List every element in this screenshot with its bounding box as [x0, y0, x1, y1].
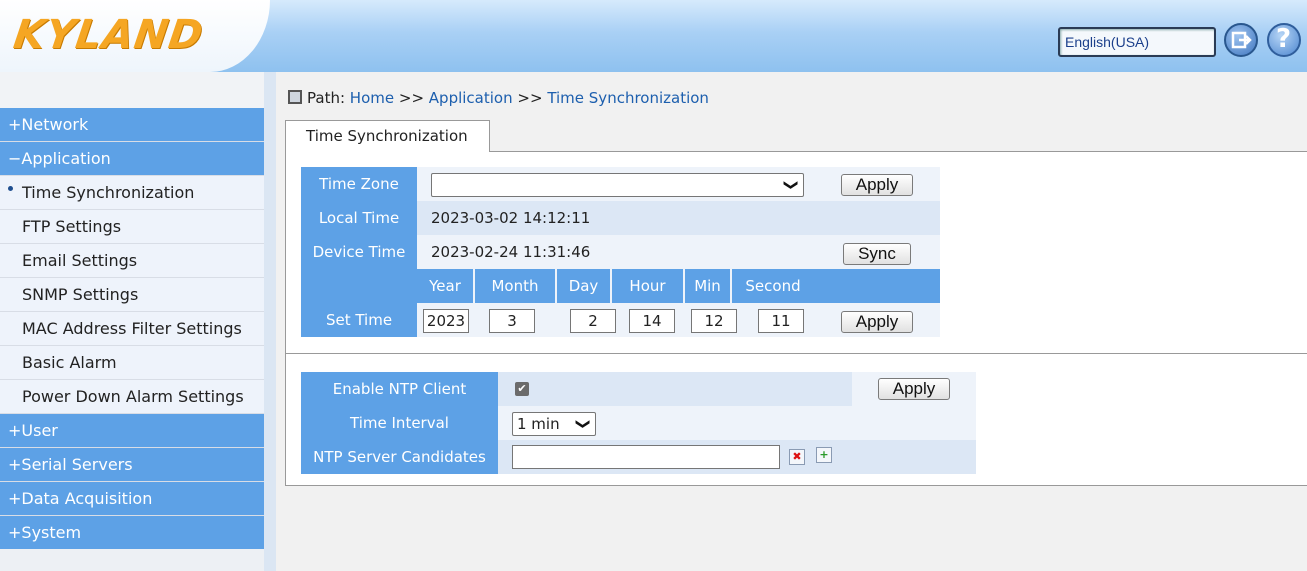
time-interval-value: 1 min [517, 415, 560, 433]
set-time-column-header: Min [683, 269, 730, 303]
sidebar-item[interactable]: MAC Address Filter Settings [0, 312, 264, 346]
help-icon[interactable]: ? [1267, 23, 1301, 57]
tab-panel: Time Zone ❯ Apply Local Time 2023-03-02 … [285, 152, 1307, 486]
logout-icon[interactable] [1224, 23, 1258, 57]
sidebar-footer [0, 549, 264, 571]
device-time-value: 2023-02-24 11:31:46 [417, 235, 814, 269]
sidebar-item-label: −Application [8, 149, 111, 168]
set-time-header-end [814, 269, 940, 303]
sidebar-spacer [0, 72, 264, 108]
time-interval-select[interactable]: 1 min ❯ [512, 412, 596, 436]
sidebar-item-label: Time Synchronization [22, 183, 195, 202]
sidebar-item-label: +System [8, 523, 82, 542]
time-zone-select[interactable]: ❯ [431, 173, 804, 197]
set-time-month-input[interactable]: 3 [489, 309, 535, 333]
set-time-label: Set Time [301, 303, 417, 337]
chevron-down-icon: ❯ [783, 179, 800, 191]
sidebar-group[interactable]: −Application [0, 142, 264, 176]
ntp-apply-button[interactable]: Apply [878, 378, 950, 400]
sidebar-group[interactable]: +User [0, 414, 264, 448]
sidebar-item-label: Email Settings [22, 251, 138, 270]
set-time-column-header: Year [417, 269, 473, 303]
breadcrumb-sep: >> [517, 89, 543, 107]
sidebar-item[interactable]: Email Settings [0, 244, 264, 278]
add-server-icon[interactable]: + [816, 447, 832, 463]
set-time-column-header: Second [730, 269, 814, 303]
sidebar-item-label: Basic Alarm [22, 353, 117, 372]
sidebar-item[interactable]: Basic Alarm [0, 346, 264, 380]
section-divider [286, 353, 1307, 354]
sidebar-nav: +Network −Application Time Synchronization… [0, 72, 276, 571]
sidebar-item-label: +Serial Servers [8, 455, 133, 474]
sidebar-item-label: +Data Acquisition [8, 489, 153, 508]
time-interval-label: Time Interval [301, 406, 498, 440]
time-zone-apply-button[interactable]: Apply [841, 174, 913, 196]
sidebar-item[interactable]: Power Down Alarm Settings [0, 380, 264, 414]
set-time-year-input[interactable]: 2023 [423, 309, 469, 333]
language-select[interactable]: English(USA) [1058, 27, 1216, 57]
sync-button[interactable]: Sync [843, 243, 911, 265]
breadcrumb: Path: Home >> Application >> Time Synchr… [288, 89, 709, 107]
sidebar-group[interactable]: +Data Acquisition [0, 482, 264, 516]
set-time-second-input[interactable]: 11 [758, 309, 804, 333]
local-time-value: 2023-03-02 14:12:11 [417, 201, 814, 235]
sidebar-item[interactable]: FTP Settings [0, 210, 264, 244]
set-time-min-input[interactable]: 12 [691, 309, 737, 333]
breadcrumb-application[interactable]: Application [429, 89, 513, 107]
set-time-header-spacer [301, 269, 417, 303]
sidebar-item-label: +User [8, 421, 58, 440]
sidebar-item-label: SNMP Settings [22, 285, 139, 304]
header-bar: KYLAND English(USA) ? [0, 0, 1307, 72]
enable-ntp-cell [498, 372, 852, 406]
sidebar-item[interactable]: Time Synchronization [0, 176, 264, 210]
path-square-icon [288, 90, 302, 104]
ntp-servers-label: NTP Server Candidates [301, 440, 498, 474]
delete-server-icon[interactable]: ✖ [789, 449, 805, 465]
enable-ntp-checkbox[interactable]: ✔ [515, 382, 529, 396]
enable-ntp-label: Enable NTP Client [301, 372, 498, 406]
breadcrumb-sep: >> [398, 89, 425, 107]
sidebar-group[interactable]: +System [0, 516, 264, 550]
sidebar-group[interactable]: +Network [0, 108, 264, 142]
tab-time-synchronization[interactable]: Time Synchronization [285, 120, 490, 152]
language-value: English(USA) [1065, 34, 1150, 50]
breadcrumb-home[interactable]: Home [350, 89, 394, 107]
sidebar-group[interactable]: +Serial Servers [0, 448, 264, 482]
local-time-label: Local Time [301, 201, 417, 235]
sidebar-item-label: +Network [8, 115, 89, 134]
sidebar-item[interactable]: SNMP Settings [0, 278, 264, 312]
set-time-apply-button[interactable]: Apply [841, 311, 913, 333]
logo-area: KYLAND [0, 0, 270, 72]
time-zone-label: Time Zone [301, 167, 417, 201]
device-time-label: Device Time [301, 235, 417, 269]
main-content: Path: Home >> Application >> Time Synchr… [276, 72, 1307, 571]
ntp-servers-spacer [852, 440, 976, 474]
sidebar-item-label: Power Down Alarm Settings [22, 387, 244, 406]
ntp-server-input[interactable] [512, 445, 780, 469]
sidebar-item-label: MAC Address Filter Settings [22, 319, 242, 338]
set-time-hour-input[interactable]: 14 [629, 309, 675, 333]
breadcrumb-current[interactable]: Time Synchronization [547, 89, 709, 107]
active-bullet-icon [8, 186, 13, 191]
set-time-column-header: Day [555, 269, 610, 303]
kyland-logo: KYLAND [10, 12, 207, 58]
sidebar-item-label: FTP Settings [22, 217, 122, 236]
sidebar-menu: +Network −Application Time Synchronization… [0, 108, 264, 550]
set-time-column-header: Hour [610, 269, 683, 303]
path-label: Path: [307, 89, 346, 107]
help-glyph: ? [1276, 24, 1292, 54]
chevron-down-icon: ❯ [575, 418, 592, 430]
set-time-column-header: Month [473, 269, 555, 303]
set-time-day-input[interactable]: 2 [570, 309, 616, 333]
time-interval-spacer [852, 406, 976, 440]
local-time-spacer [814, 201, 940, 235]
